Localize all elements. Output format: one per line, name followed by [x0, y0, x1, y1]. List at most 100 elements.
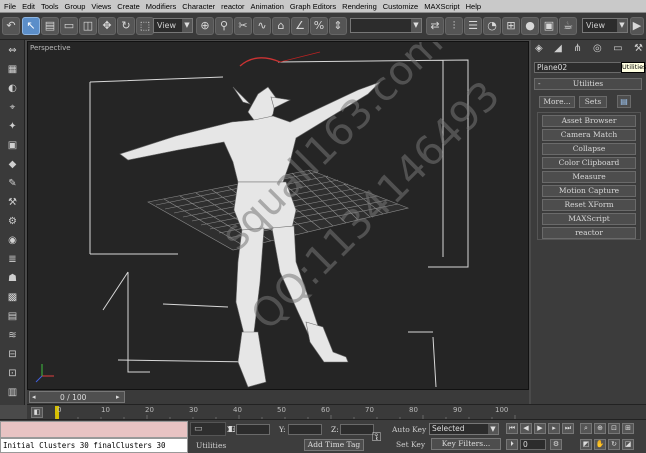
bind-space-warp-icon[interactable]: ∿ — [253, 17, 271, 35]
light-icon[interactable]: ✦ — [4, 119, 21, 134]
menu-rendering[interactable]: Rendering — [342, 2, 377, 11]
menu-tools[interactable]: Tools — [41, 2, 59, 11]
sets-button[interactable]: Sets — [579, 96, 607, 108]
layer-icon[interactable]: ▦ — [4, 62, 21, 77]
mirror-icon[interactable]: ⇄ — [426, 17, 444, 35]
pivot-center-icon[interactable]: ⊕ — [196, 17, 214, 35]
pencil-icon[interactable]: ✎ — [4, 176, 21, 191]
percent-snap-icon[interactable]: % — [310, 17, 328, 35]
y-coordinate-input[interactable] — [288, 424, 322, 435]
scale-icon[interactable]: ⬚ — [136, 17, 154, 35]
display-tab-icon[interactable]: ▭ — [613, 43, 622, 57]
current-frame-input[interactable]: 0 — [520, 439, 546, 450]
track-bar[interactable]: ◧ 0 10 20 30 40 50 60 70 80 90 100 — [27, 404, 646, 420]
next-frame-button-icon[interactable]: ▸ — [548, 423, 560, 434]
render-icon[interactable]: ▥ — [4, 385, 21, 400]
next-frame-icon[interactable]: ▸ — [116, 393, 120, 401]
ribbon-toggle-icon[interactable]: ⇔ — [4, 43, 21, 58]
measure-button[interactable]: Measure — [542, 171, 636, 183]
list-icon[interactable]: ≣ — [4, 252, 21, 267]
menu-views[interactable]: Views — [91, 2, 111, 11]
camera-icon[interactable]: ⌖ — [4, 100, 21, 115]
play-icon[interactable]: ▶ — [534, 423, 546, 434]
x-coordinate-input[interactable] — [236, 424, 270, 435]
set-key-button[interactable]: Set Key — [396, 440, 425, 449]
quick-render-icon[interactable]: ☕ — [559, 17, 577, 35]
rotate-icon[interactable]: ↻ — [117, 17, 135, 35]
utilities-tab-icon[interactable]: ⚒ — [634, 43, 643, 57]
select-by-name-icon[interactable]: ▤ — [41, 17, 59, 35]
modify-tab-icon[interactable]: ◢ — [554, 43, 562, 57]
select-link-icon[interactable]: ⚲ — [215, 17, 233, 35]
pan-icon[interactable]: ✋ — [594, 439, 606, 450]
snap-icon[interactable]: ⌂ — [272, 17, 290, 35]
menu-animation[interactable]: Animation — [251, 2, 284, 11]
hierarchy-tab-icon[interactable]: ⋔ — [573, 43, 581, 57]
box-icon[interactable]: ▣ — [4, 138, 21, 153]
rectangle-selection-icon[interactable]: ▭ — [60, 17, 78, 35]
maxscript-listener-top[interactable] — [0, 421, 188, 438]
maximize-viewport-icon[interactable]: ◪ — [622, 439, 634, 450]
auto-key-button[interactable]: Auto Key — [392, 425, 426, 434]
named-selection-dropdown[interactable]: ▼ — [350, 18, 422, 33]
zoom-icon[interactable]: ⌕ — [580, 423, 592, 434]
key-icon[interactable]: ⚿ — [372, 430, 390, 444]
window-crossing-icon[interactable]: ◫ — [79, 17, 97, 35]
key-mode-toggle-icon[interactable]: ⏵ — [506, 439, 518, 450]
go-to-start-icon[interactable]: ⏮ — [506, 423, 518, 434]
menu-reactor[interactable]: reactor — [221, 2, 244, 11]
track-icon[interactable]: ≋ — [4, 328, 21, 343]
unlink-icon[interactable]: ✂ — [234, 17, 252, 35]
perspective-viewport[interactable]: Perspective squall163.com QQ:1134146493 — [27, 41, 529, 390]
hierarchy-icon[interactable]: ⚙ — [4, 214, 21, 229]
time-slider-thumb[interactable]: ◂ 0 / 100 ▸ — [29, 391, 125, 403]
grid-icon[interactable]: ▩ — [4, 290, 21, 305]
teapot-icon[interactable]: ☗ — [4, 271, 21, 286]
angle-snap-icon[interactable]: ∠ — [291, 17, 309, 35]
sphere-icon[interactable]: ◐ — [4, 81, 21, 96]
asset-browser-button[interactable]: Asset Browser — [542, 115, 636, 127]
undo-icon[interactable]: ↶ — [2, 17, 20, 35]
schematic-view-icon[interactable]: ⊞ — [502, 17, 520, 35]
align-icon[interactable]: ⫶ — [445, 17, 463, 35]
previous-frame-icon[interactable]: ◀ — [520, 423, 532, 434]
move-icon[interactable]: ✥ — [98, 17, 116, 35]
field-of-view-icon[interactable]: ◩ — [580, 439, 592, 450]
time-configuration-icon[interactable]: ⚙ — [550, 439, 562, 450]
maxscript-listener-output[interactable]: Initial Clusters 30 finalClusters 30 — [0, 438, 188, 453]
mini-curve-editor-icon[interactable]: ◧ — [31, 407, 43, 418]
reference-coordinate-dropdown[interactable]: View ▼ — [153, 18, 193, 33]
object-name-field[interactable]: Plane02 — [534, 62, 622, 73]
prev-frame-icon[interactable]: ◂ — [32, 393, 36, 401]
maxscript-button[interactable]: MAXScript — [542, 213, 636, 225]
create-tab-icon[interactable]: ◈ — [535, 43, 543, 57]
camera-match-button[interactable]: Camera Match — [542, 129, 636, 141]
material-editor-icon[interactable]: ● — [521, 17, 539, 35]
configure-sets-icon[interactable]: ▤ — [617, 95, 631, 108]
motion-tab-icon[interactable]: ◎ — [593, 43, 602, 57]
layer-manager-icon[interactable]: ☰ — [464, 17, 482, 35]
more-button[interactable]: More... — [539, 96, 575, 108]
add-time-tag-button[interactable]: Add Time Tag — [304, 439, 364, 451]
zoom-extents-icon[interactable]: ⊡ — [608, 423, 620, 434]
select-arrow-icon[interactable]: ↖ — [22, 17, 40, 35]
menu-maxscript[interactable]: MAXScript — [424, 2, 459, 11]
motion-icon[interactable]: ⊡ — [4, 366, 21, 381]
menu-help[interactable]: Help — [466, 2, 481, 11]
menu-file[interactable]: File — [4, 2, 16, 11]
reset-xform-button[interactable]: Reset XForm — [542, 199, 636, 211]
render-scene-icon[interactable]: ▣ — [540, 17, 558, 35]
go-to-end-icon[interactable]: ⏭ — [562, 423, 574, 434]
menu-character[interactable]: Character — [182, 2, 215, 11]
color-clipboard-button[interactable]: Color Clipboard — [542, 157, 636, 169]
display-icon[interactable]: ▤ — [4, 309, 21, 324]
menu-graph-editors[interactable]: Graph Editors — [290, 2, 336, 11]
menu-modifiers[interactable]: Modifiers — [146, 2, 176, 11]
z-coordinate-input[interactable] — [340, 424, 374, 435]
curve-editor-icon[interactable]: ◔ — [483, 17, 501, 35]
zoom-all-icon[interactable]: ⊕ — [594, 423, 606, 434]
motion-capture-button[interactable]: Motion Capture — [542, 185, 636, 197]
modifier-icon[interactable]: ◆ — [4, 157, 21, 172]
menu-edit[interactable]: Edit — [22, 2, 35, 11]
spinner-snap-icon[interactable]: ⇕ — [329, 17, 347, 35]
